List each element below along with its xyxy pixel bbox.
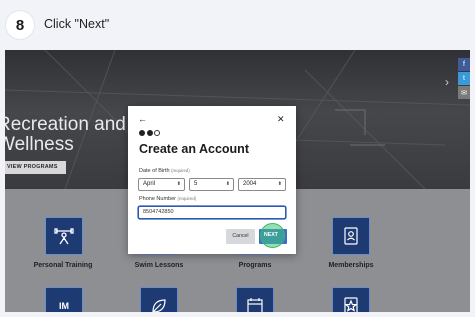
im-icon: IM [59, 301, 69, 311]
day-caret-icon: ⬍ [225, 181, 230, 187]
modal-title: Create an Account [139, 142, 249, 156]
tile-featured[interactable] [332, 287, 370, 312]
month-caret-icon: ⬍ [176, 181, 181, 187]
progress-dot-1 [139, 130, 145, 136]
facebook-icon[interactable]: f [458, 58, 470, 71]
tile-outdoor[interactable] [140, 287, 178, 312]
dob-label-text: Date of Birth [139, 168, 170, 174]
day-value: 5 [194, 181, 198, 187]
close-icon[interactable]: ✕ [277, 114, 285, 125]
share-bar: f t ✉ [458, 58, 470, 100]
dob-required-note: (required) [171, 168, 190, 173]
year-caret-icon: ⬍ [277, 181, 282, 187]
phone-number-input[interactable]: 8504742850 [138, 206, 286, 219]
year-value: 2004 [243, 181, 257, 187]
year-select[interactable]: 2004 ⬍ [238, 178, 286, 191]
tile-label-swim-lessons: Swim Lessons [134, 262, 184, 269]
phone-label: Phone Number (required) [139, 196, 196, 202]
back-arrow-icon[interactable]: ← [138, 114, 147, 124]
step-progress-dots [139, 130, 160, 136]
create-account-modal: ← ✕ Create an Account Date of Birth (req… [128, 106, 296, 254]
tile-memberships[interactable] [332, 217, 370, 255]
calendar-icon [247, 298, 263, 312]
hero-title-line2: Wellness [5, 134, 74, 155]
step-header: 8 Click "Next" [0, 0, 475, 50]
cancel-button[interactable]: Cancel [226, 229, 255, 244]
phone-required-note: (required) [177, 196, 197, 201]
tile-label-personal-training: Personal Training [33, 262, 93, 269]
day-select[interactable]: 5 ⬍ [189, 178, 234, 191]
star-badge-icon [344, 297, 358, 312]
view-programs-button[interactable]: VIEW PROGRAMS [5, 161, 66, 174]
tile-personal-training[interactable] [45, 217, 83, 255]
step-instruction: Click "Next" [44, 17, 110, 31]
carousel-next-arrow-icon[interactable]: › [445, 75, 449, 89]
tile-calendar[interactable] [236, 287, 274, 312]
month-select[interactable]: April ⬍ [138, 178, 185, 191]
screenshot-region: Recreation and Wellness VIEW PROGRAMS › … [5, 50, 470, 312]
email-icon[interactable]: ✉ [458, 86, 470, 99]
step-number-badge: 8 [6, 11, 34, 39]
tile-intramurals[interactable]: IM [45, 287, 83, 312]
dumbbell-person-icon [54, 228, 74, 245]
hero-title-line1: Recreation and [5, 114, 126, 135]
progress-dot-3 [154, 130, 160, 136]
hero-title: Recreation and Wellness [5, 115, 126, 155]
tile-label-memberships: Memberships [328, 262, 374, 269]
tutorial-frame: 8 Click "Next" Recreation and Wellness V… [0, 0, 475, 317]
phone-label-text: Phone Number [139, 196, 176, 202]
twitter-icon[interactable]: t [458, 72, 470, 85]
next-button-label: NEXT [264, 232, 278, 238]
leaf-icon [152, 299, 166, 312]
month-value: April [143, 181, 156, 187]
progress-dot-2 [146, 130, 153, 136]
tile-label-programs: Programs [238, 262, 272, 269]
dob-label: Date of Birth (required) [139, 168, 190, 174]
member-card-icon [344, 227, 358, 245]
